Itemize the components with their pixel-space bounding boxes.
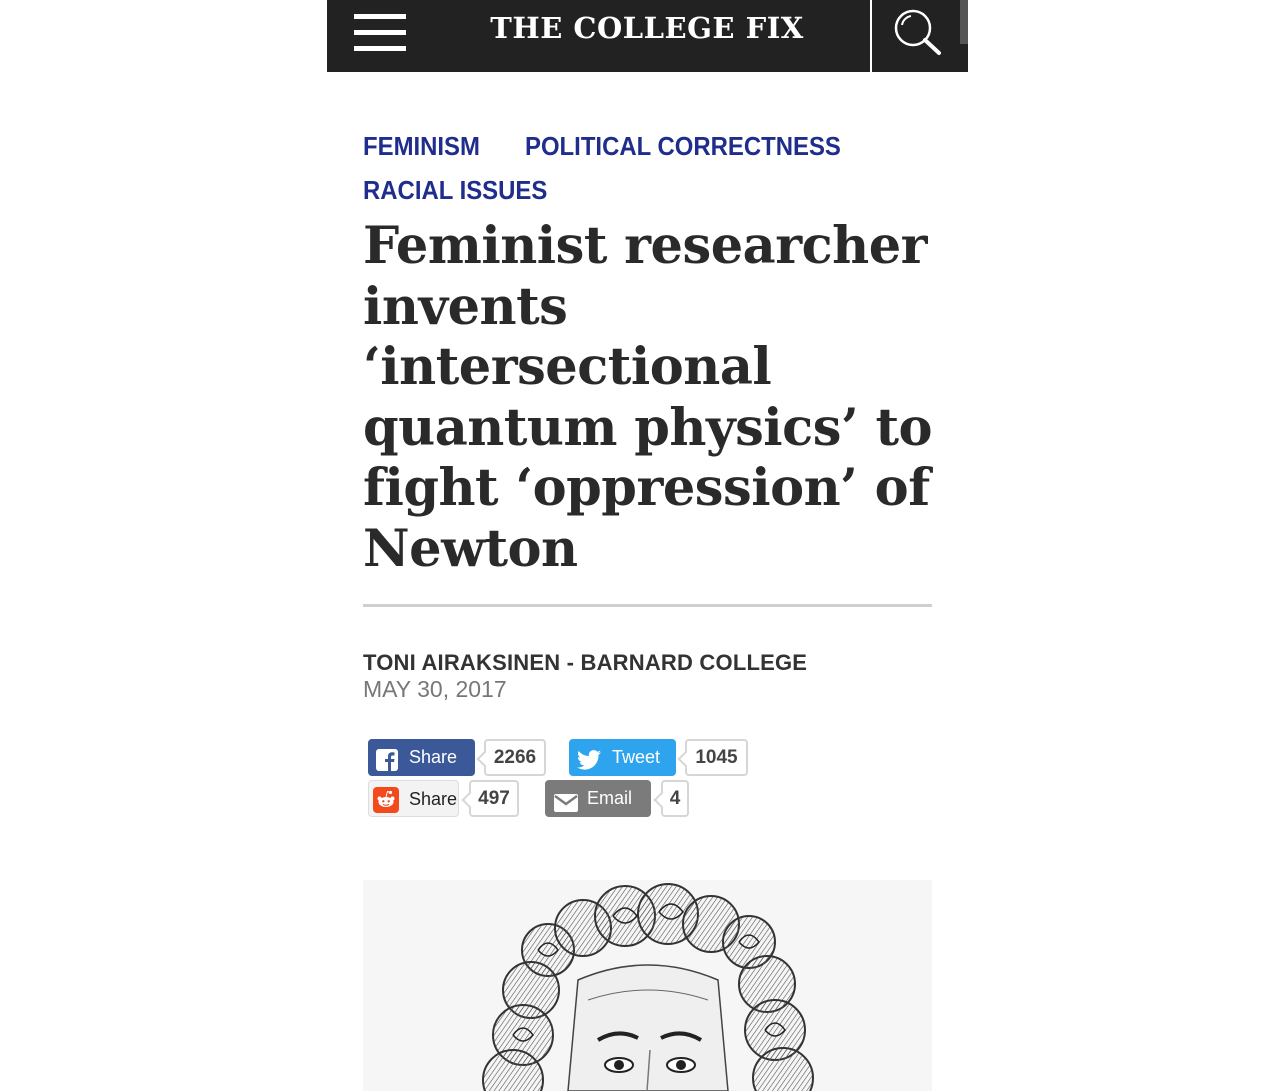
twitter-tweet-count: 1045 <box>685 739 748 776</box>
category-political-correctness[interactable]: POLITICAL CORRECTNESS <box>525 124 841 168</box>
author-byline[interactable]: TONI AIRAKSINEN - BARNARD COLLEGE <box>363 650 807 676</box>
email-icon <box>554 789 578 812</box>
email-share-label: Email <box>587 788 633 808</box>
facebook-share-label: Share <box>409 747 458 767</box>
headline-line: invents <box>363 276 568 337</box>
reddit-share-button[interactable]: Share <box>368 780 459 817</box>
article-hero-image <box>363 880 932 1091</box>
site-logo[interactable]: THE COLLEGE FIX <box>447 8 847 48</box>
headline-line: quantum physics’ to <box>363 397 933 458</box>
email-share-button[interactable]: Email <box>545 780 651 817</box>
article-headline: Feminist researcher invents ‘intersectio… <box>363 216 953 579</box>
twitter-icon <box>577 747 601 770</box>
category-feminism[interactable]: FEMINISM <box>363 124 480 168</box>
reddit-share-label: Share <box>409 789 458 809</box>
email-share-count: 4 <box>661 780 689 817</box>
twitter-tweet-label: Tweet <box>612 747 661 767</box>
headline-line: ‘intersectional <box>363 337 772 397</box>
menu-icon[interactable] <box>354 14 406 51</box>
header-divider <box>870 0 872 72</box>
reddit-icon <box>373 787 399 813</box>
twitter-tweet-button[interactable]: Tweet <box>569 739 676 776</box>
facebook-icon <box>376 747 398 771</box>
reddit-share-count: 497 <box>469 780 519 817</box>
facebook-share-count: 2266 <box>484 739 546 776</box>
page: THE COLLEGE FIX FEMINISM POLITICAL CORRE… <box>327 0 968 1091</box>
headline-line: Newton <box>363 518 578 579</box>
facebook-share-button[interactable]: Share <box>368 739 475 776</box>
category-list: FEMINISM POLITICAL CORRECTNESS RACIAL IS… <box>363 124 943 212</box>
headline-divider <box>363 604 932 607</box>
headline-line: Feminist researcher <box>363 216 928 276</box>
site-header: THE COLLEGE FIX <box>327 0 968 72</box>
scrollbar[interactable] <box>960 0 968 44</box>
publish-date: MAY 30, 2017 <box>363 676 507 702</box>
search-icon[interactable] <box>887 6 947 58</box>
headline-line: fight ‘oppression’ of <box>363 458 930 518</box>
category-racial-issues[interactable]: RACIAL ISSUES <box>363 168 547 212</box>
